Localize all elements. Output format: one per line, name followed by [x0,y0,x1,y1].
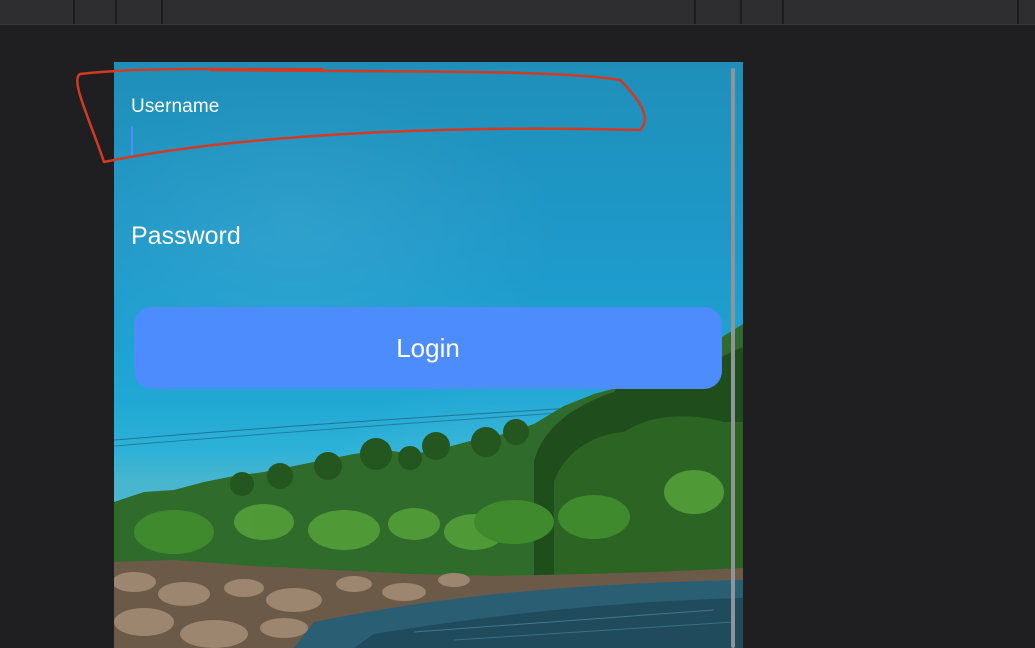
username-input[interactable] [131,124,715,162]
toolbar-divider [1017,0,1019,24]
password-field[interactable]: Password [131,222,241,251]
toolbar-divider [782,0,784,24]
username-label: Username [131,96,220,117]
top-toolbar [0,0,1035,25]
toolbar-divider [161,0,163,24]
text-caret [131,126,133,158]
toolbar-divider [694,0,696,24]
vertical-scrollbar[interactable] [731,68,735,648]
toolbar-divider [115,0,117,24]
toolbar-divider [73,0,75,24]
login-button[interactable]: Login [134,307,722,389]
toolbar-divider [740,0,742,24]
